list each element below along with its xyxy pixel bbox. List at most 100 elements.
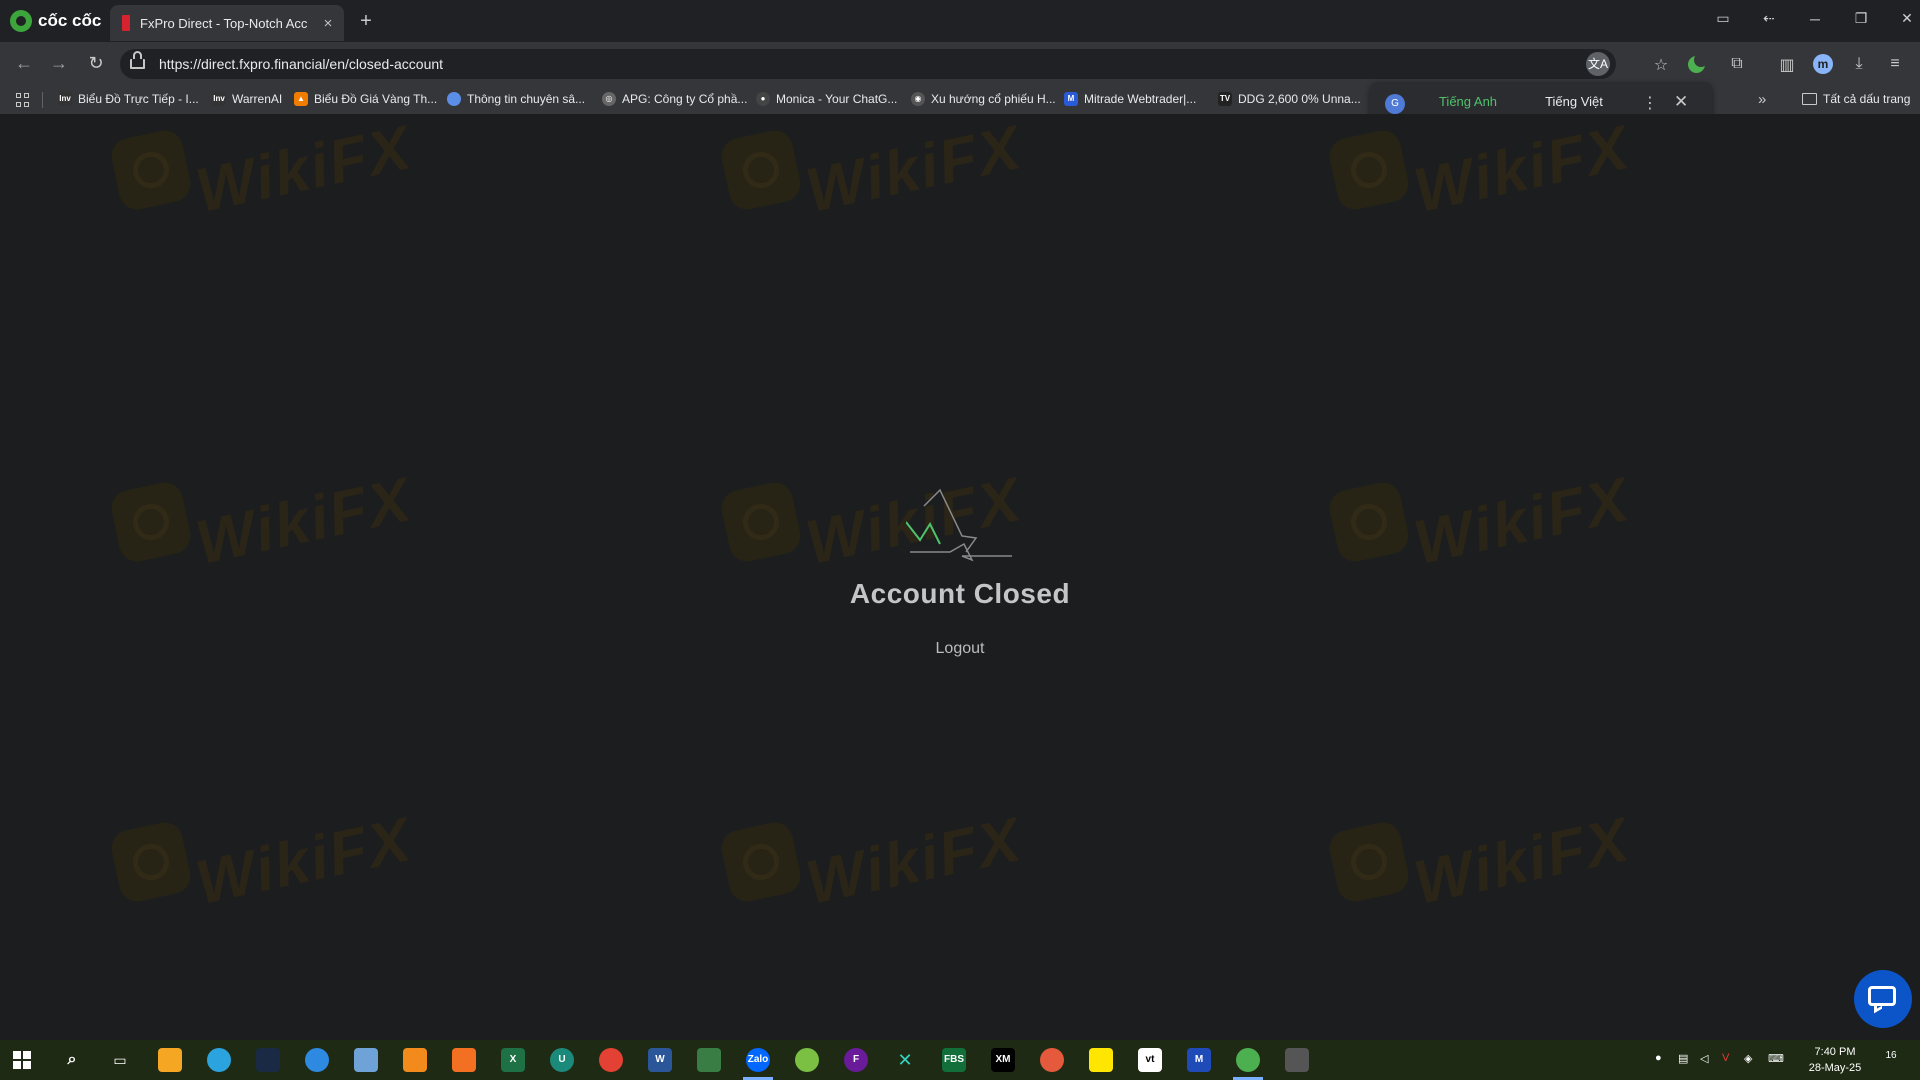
bookmark-item[interactable]: ◎ APG: Công ty Cổ phầ...	[602, 92, 747, 106]
tab-close-icon[interactable]: ×	[320, 15, 336, 32]
search-icon[interactable]: ⌕	[60, 1048, 84, 1072]
apps-grid-icon[interactable]	[16, 93, 30, 107]
all-bookmarks-label: Tất cả dấu trang	[1823, 92, 1911, 106]
bookmark-label: WarrenAI	[232, 92, 283, 106]
notification-badge[interactable]: 16	[1880, 1050, 1902, 1070]
bookmark-label: APG: Công ty Cổ phầ...	[622, 92, 748, 106]
restore-icon[interactable]: ❐	[1838, 10, 1884, 27]
clock-date: 28-May-25	[1808, 1062, 1862, 1074]
app-icon[interactable]	[1040, 1048, 1064, 1072]
app-icon[interactable]: U	[550, 1048, 574, 1072]
bookmark-label: Thông tin chuyên sâ...	[467, 92, 586, 106]
side-panel-icon[interactable]: ▥	[1776, 55, 1798, 75]
lock-icon[interactable]	[130, 51, 145, 69]
url-text[interactable]: https://direct.fxpro.financial/en/closed…	[159, 56, 443, 72]
extensions-puzzle-icon[interactable]: ⧉	[1726, 55, 1748, 73]
bookmark-label: Biểu Đồ Giá Vàng Th...	[314, 92, 438, 106]
window-close-icon[interactable]: ✕	[1884, 10, 1920, 27]
dark-mode-moon-icon[interactable]	[1688, 53, 1708, 73]
bubble-icon	[447, 92, 461, 106]
security-icon[interactable]: ◈	[1744, 1052, 1752, 1065]
tab-search-icon[interactable]: ▭	[1700, 10, 1746, 27]
xm-icon[interactable]: XM	[991, 1048, 1015, 1072]
chat-support-button[interactable]	[1854, 970, 1912, 1028]
bookmark-item[interactable]: TV DDG 2,600 0% Unna...	[1218, 92, 1361, 106]
browser-tab-active[interactable]: FxPro Direct - Top-Notch Acc ×	[110, 5, 344, 41]
coccoc-taskbar-icon[interactable]	[1236, 1048, 1260, 1072]
video-app-icon[interactable]	[1285, 1048, 1309, 1072]
tradingview-icon: TV	[1218, 92, 1232, 106]
all-bookmarks-button[interactable]: Tất cả dấu trang	[1802, 92, 1910, 106]
tray-v-icon[interactable]: V	[1722, 1052, 1729, 1064]
bookmark-item[interactable]: M Mitrade Webtrader|...	[1064, 92, 1196, 106]
bookmark-item[interactable]: Thông tin chuyên sâ...	[447, 92, 585, 106]
forward-arrow-icon[interactable]: →	[47, 53, 71, 74]
app-icon[interactable]	[795, 1048, 819, 1072]
investing-icon: Inv	[58, 92, 72, 106]
messenger-icon[interactable]	[305, 1048, 329, 1072]
tab-source-language[interactable]: Tiếng Anh	[1416, 94, 1520, 109]
bookmark-item[interactable]: ◉ Xu hướng cổ phiếu H...	[911, 92, 1056, 106]
watermark-seal-icon	[108, 819, 194, 905]
watermark-seal-icon	[1326, 819, 1412, 905]
bookmark-label: Mitrade Webtrader|...	[1084, 92, 1197, 106]
app-icon[interactable]: F	[844, 1048, 868, 1072]
minimize-icon[interactable]: ─	[1792, 11, 1838, 27]
watermark-seal-icon	[1326, 479, 1412, 565]
bookmark-label: Xu hướng cổ phiếu H...	[931, 92, 1056, 106]
bookmark-item[interactable]: Inv Biểu Đồ Trực Tiếp - I...	[58, 92, 199, 106]
watermark: WikiFX	[1313, 805, 1643, 918]
account-closed-chart-icon	[906, 488, 1012, 562]
back-arrow-icon[interactable]: ←	[12, 53, 36, 74]
window-controls: ▭ ⇠ ─ ❐ ✕	[1700, 10, 1920, 27]
fxpro-favicon-icon	[122, 15, 130, 31]
volume-icon[interactable]: ◁	[1700, 1052, 1708, 1065]
address-bar[interactable]: https://direct.fxpro.financial/en/closed…	[120, 49, 1616, 79]
mitrade-taskbar-icon[interactable]: M	[1187, 1048, 1211, 1072]
chart-app-icon[interactable]	[697, 1048, 721, 1072]
keyboard-icon[interactable]: ⌨	[1768, 1052, 1784, 1065]
x-app-icon[interactable]: ✕	[893, 1048, 917, 1072]
excel-icon[interactable]: X	[501, 1048, 525, 1072]
chrome-icon[interactable]	[599, 1048, 623, 1072]
translate-menu-icon[interactable]: ⋮	[1642, 93, 1658, 113]
profile-avatar[interactable]: m	[1813, 54, 1833, 74]
notepad-icon[interactable]	[354, 1048, 378, 1072]
word-icon[interactable]: W	[648, 1048, 672, 1072]
network-icon[interactable]: ▤	[1678, 1052, 1688, 1065]
mitrade-icon: M	[1064, 92, 1078, 106]
app-icon[interactable]	[452, 1048, 476, 1072]
tray-app-icon[interactable]: ●	[1655, 1052, 1662, 1064]
watermark-seal-icon	[108, 127, 194, 213]
app-icon[interactable]	[1089, 1048, 1113, 1072]
translate-close-icon[interactable]: ✕	[1674, 92, 1688, 112]
fbs-icon[interactable]: FBS	[942, 1048, 966, 1072]
globe-icon: ◎	[602, 92, 616, 106]
logout-link[interactable]: Logout	[900, 640, 1020, 658]
bookmark-item[interactable]: Inv WarrenAI	[212, 92, 282, 106]
app-icon[interactable]	[256, 1048, 280, 1072]
bookmark-star-icon[interactable]: ☆	[1650, 55, 1672, 75]
menu-hamburger-icon[interactable]: ≡	[1884, 55, 1906, 73]
system-clock[interactable]: 7:40 PM 28-May-25	[1800, 1044, 1870, 1076]
translate-icon[interactable]: 文A	[1586, 52, 1610, 76]
back-history-icon[interactable]: ⇠	[1746, 10, 1792, 27]
download-icon[interactable]: ⤓	[1848, 55, 1870, 73]
task-view-icon[interactable]: ▭	[108, 1048, 132, 1072]
windows-start-icon[interactable]	[13, 1051, 31, 1069]
telegram-icon[interactable]	[207, 1048, 231, 1072]
bookmarks-overflow-icon[interactable]: »	[1758, 91, 1766, 108]
bookmark-item[interactable]: ▲ Biểu Đồ Giá Vàng Th...	[294, 92, 437, 106]
zalo-icon[interactable]: Zalo	[746, 1048, 770, 1072]
google-translate-icon: G	[1385, 94, 1405, 114]
watermark: WikiFX	[95, 805, 425, 918]
tab-title: FxPro Direct - Top-Notch Acc	[140, 15, 308, 31]
browser-brand[interactable]: cốc cốc	[10, 9, 101, 33]
photos-app-icon[interactable]	[158, 1048, 182, 1072]
vt-icon[interactable]: vt	[1138, 1048, 1162, 1072]
app-icon[interactable]	[403, 1048, 427, 1072]
reload-icon[interactable]: ↻	[84, 53, 108, 74]
new-tab-button[interactable]: +	[356, 10, 376, 33]
bookmark-item[interactable]: ● Monica - Your ChatG...	[756, 92, 897, 106]
tab-target-language[interactable]: Tiếng Việt	[1522, 94, 1626, 109]
